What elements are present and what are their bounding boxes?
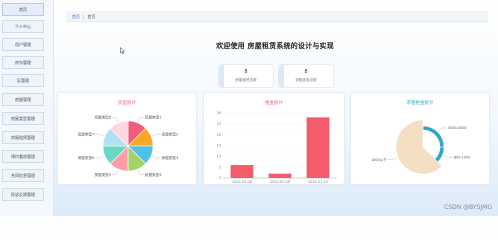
request-rent-pie-chart: 3000-4000 800-1000 1000以下 [371,119,470,175]
sidebar-item-contracts[interactable]: 合同信息管理 [2,169,44,182]
y-tick-label: 25 [217,122,221,126]
y-tick-label: 0 [219,176,221,180]
pie-label-line [95,155,105,159]
pie-slice [434,146,445,163]
breadcrumb-current: 首页 [87,14,96,19]
sidebar-item-users[interactable]: 用户管理 [2,38,44,51]
y-tick-label: 5 [219,165,221,169]
y-tick-label: 30 [217,111,221,115]
stat-label: 求租信息总数 [295,78,317,82]
rent-chart-panel: 租金统计 0 5 10 15 20 25 30 2022-07-08 2022-07-09 202… [203,92,345,185]
page-title: 欢迎使用 房屋租赁系统的设计与实现 [216,42,334,50]
sidebar-item-rentals[interactable]: 房屋租赁管理 [2,131,44,144]
rent-bar-chart: 0 5 10 15 20 25 30 2022-07-08 2022-07-09 2022-07-… [217,111,337,184]
pie-label: 房屋类型2 [162,131,179,136]
pie-slice [395,119,443,175]
pie-label-line [438,127,448,132]
y-tick-label: 10 [217,155,221,159]
pie-label: 800-1000 [454,156,470,160]
pie-label-line [151,133,161,137]
pie-label-line [151,155,161,159]
request-rent-chart-panel: 求租租金统计 3000-4000 800-1000 1000以下 [350,92,490,185]
x-tick-label: 2022-07-09 [270,180,290,184]
watermark: CSDN @BYSJMG [444,204,492,211]
pie-label: 房屋类型3 [162,155,179,160]
y-tick-label: 15 [217,144,221,148]
pie-label: 1000以下 [371,158,387,162]
pie-label: 房屋类型1 [145,115,162,120]
pie-label-line [137,117,144,123]
sidebar-item-home[interactable]: 首页 [2,3,44,16]
pie-label: 房屋类型5 [94,172,111,177]
sidebar-item-landlords[interactable]: 房东管理 [2,56,44,69]
x-tick-label: 2022-07-15 [308,180,328,184]
pie-label-line [95,133,105,137]
pie-label-line [112,117,119,123]
sidebar-item-house-types[interactable]: 房屋类型管理 [2,112,44,125]
bar [230,165,254,178]
stat-label: 房屋租赁总数 [235,78,257,82]
house-type-chart-panel: 房型统计 房屋类型1 房屋类型2 房屋类型3 房屋类型4 房屋类型5 房屋类型6 房屋类型7… [57,92,197,185]
pie-label: 房屋类型8 [94,115,111,120]
house-type-pie-chart: 房屋类型1 房屋类型2 房屋类型3 房屋类型4 房屋类型5 房屋类型6 房屋类型7 房屋类型8 [78,115,179,177]
sidebar: 首页 个人中心 用户管理 房东管理 区管理 房屋管理 房屋类型管理 房屋租赁管理… [0,0,54,216]
sidebar-item-profile[interactable]: 个人中心 [2,20,44,33]
pie-label: 房屋类型4 [145,172,162,177]
breadcrumb-home[interactable]: 首页 [72,14,80,19]
sidebar-item-complaints[interactable]: 投诉反馈管理 [2,188,44,201]
pie-label-line [112,169,119,175]
breadcrumb-separator: | [83,14,85,19]
breadcrumb: 首页 | 首页 [66,11,488,22]
stat-card-requests: 8 求租信息总数 [278,64,334,88]
pie-label: 3000-4000 [448,126,466,130]
x-tick-label: 2022-07-08 [232,180,252,184]
sidebar-item-houses[interactable]: 房屋管理 [2,93,44,106]
sidebar-item-districts[interactable]: 区管理 [2,74,44,87]
pie-label-line [387,157,398,160]
stat-value: 8 [304,69,308,75]
bar [268,173,292,178]
pie-label-line [137,169,144,175]
pie-label: 房屋类型7 [78,131,95,136]
y-tick-label: 20 [217,133,221,137]
pie-label: 房屋类型6 [78,155,95,160]
bar [306,117,330,178]
stat-value: 8 [244,69,248,75]
stat-card-rentals: 8 房屋租赁总数 [218,64,274,88]
pie-label-line [443,155,453,158]
sidebar-item-viewings[interactable]: 预约看房管理 [2,150,44,163]
